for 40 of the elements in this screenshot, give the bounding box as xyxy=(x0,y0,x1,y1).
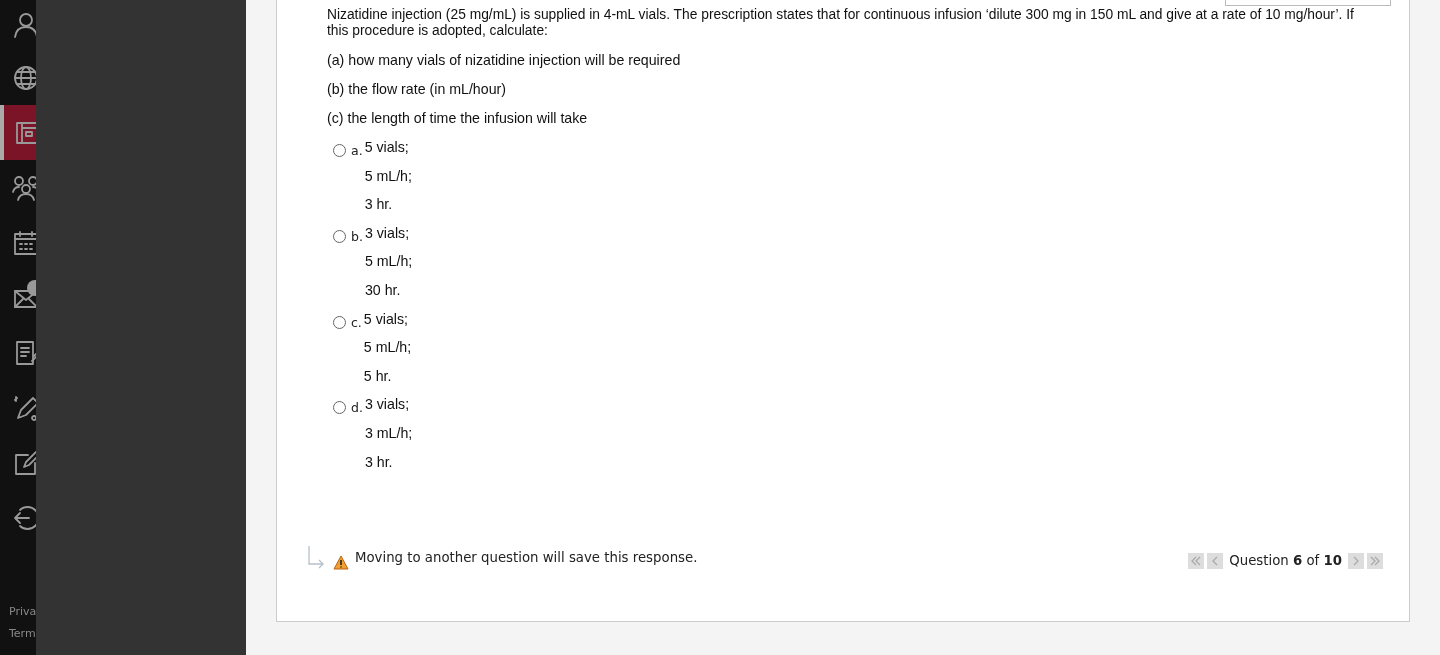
notice-text: Moving to another question will save this response. xyxy=(355,549,698,568)
option-text: 5 vials; xyxy=(363,310,409,327)
calendar-icon xyxy=(12,228,36,257)
footer-link[interactable]: Term xyxy=(9,623,36,645)
sign-out-icon xyxy=(12,503,36,532)
question-text: Nizatidine injection (25 mg/mL) is supplied in 4-mL vials. The prescription states that for continuous infusion ‘dilute 300 mg in 150 mL and give at a rate of 10 mg/hour’. If this procedure is adopted, calculate: xyxy=(327,7,1355,39)
option-letter: c. xyxy=(351,313,362,332)
question-part: (c) the length of time the infusion will take xyxy=(327,110,589,126)
radio-button[interactable] xyxy=(333,315,346,329)
option-text: 3 vials; xyxy=(364,396,411,413)
warning-icon xyxy=(333,554,349,570)
radio-button[interactable] xyxy=(333,229,346,243)
option-text: 5 hr. xyxy=(363,367,393,384)
question-part: (a) how many vials of nizatidine injection will be required xyxy=(327,52,682,68)
option-text: 5 mL/h; xyxy=(363,339,412,356)
question-part: (b) the flow rate (in mL/hour) xyxy=(327,81,507,97)
person-icon xyxy=(12,11,36,39)
option-letter: a. xyxy=(351,142,363,160)
option-letter: d. xyxy=(351,399,363,418)
return-arrow-icon xyxy=(307,545,325,571)
chevron-icon xyxy=(1369,555,1381,567)
option-letter: b. xyxy=(351,227,363,246)
option-text: 3 vials; xyxy=(364,224,411,241)
pencil-icon xyxy=(12,393,36,422)
radio-button[interactable] xyxy=(333,401,346,415)
radio-button[interactable] xyxy=(333,144,346,157)
footer-link[interactable]: Priva xyxy=(9,601,36,623)
option-text: 30 hr. xyxy=(364,281,402,298)
edit-icon xyxy=(12,448,36,477)
option-text: 3 hr. xyxy=(364,453,394,470)
option-text: 3 mL/h; xyxy=(364,424,413,441)
option-text: 5 mL/h; xyxy=(364,253,413,270)
option-text: 5 vials; xyxy=(364,139,410,155)
pager-label: Question 6 of 10 xyxy=(1229,552,1342,571)
option-text: 5 mL/h; xyxy=(364,167,412,184)
people-icon xyxy=(12,173,36,202)
option-text: 3 hr. xyxy=(364,196,394,213)
globe-icon xyxy=(12,63,36,92)
sidebar-item[interactable] xyxy=(0,105,36,160)
chevron-icon xyxy=(1190,555,1203,567)
